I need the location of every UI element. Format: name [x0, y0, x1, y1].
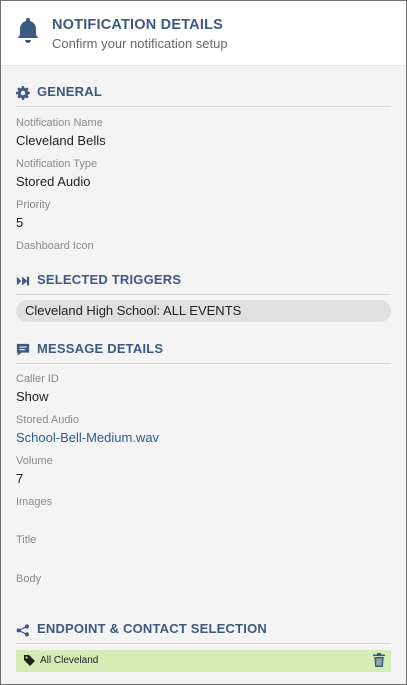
trash-icon[interactable]: [373, 653, 385, 667]
dashboard-icon-label: Dashboard Icon: [16, 240, 94, 252]
gear-icon: [16, 86, 30, 100]
priority-value: 5: [16, 215, 24, 230]
notification-name-value: Cleveland Bells: [16, 133, 106, 148]
title-label: Title: [16, 534, 37, 546]
bell-icon: [17, 18, 39, 43]
page-subtitle: Confirm your notification setup: [52, 36, 228, 51]
notification-details-panel: NOTIFICATION DETAILS Confirm your notifi…: [0, 0, 407, 685]
section-triggers-header: SELECTED TRIGGERS: [16, 272, 391, 295]
stored-audio-label: Stored Audio: [16, 414, 79, 426]
share-icon: [16, 624, 30, 637]
double-chevron-right-icon: [16, 276, 30, 286]
section-message-title: MESSAGE DETAILS: [37, 341, 164, 356]
notification-type-label: Notification Type: [16, 158, 98, 170]
body-label: Body: [16, 573, 42, 585]
section-endpoints-title: ENDPOINT & CONTACT SELECTION: [37, 621, 267, 636]
tag-icon: [24, 655, 35, 666]
section-general-title: GENERAL: [37, 84, 102, 99]
endpoint-item-label: All Cleveland: [40, 655, 99, 666]
priority-label: Priority: [16, 199, 51, 211]
comment-icon: [16, 343, 30, 356]
notification-name-label: Notification Name: [16, 117, 103, 129]
caller-id-value: Show: [16, 389, 49, 404]
panel-header: NOTIFICATION DETAILS Confirm your notifi…: [1, 1, 406, 66]
section-message-header: MESSAGE DETAILS: [16, 341, 391, 364]
notification-type-value: Stored Audio: [16, 174, 91, 189]
section-general-header: GENERAL: [16, 84, 391, 107]
page-title: NOTIFICATION DETAILS: [52, 17, 224, 33]
caller-id-label: Caller ID: [16, 373, 59, 385]
section-triggers-title: SELECTED TRIGGERS: [37, 272, 182, 287]
volume-value: 7: [16, 471, 24, 486]
stored-audio-link[interactable]: School-Bell-Medium.wav: [16, 430, 159, 445]
trigger-pill[interactable]: Cleveland High School: ALL EVENTS: [16, 300, 391, 322]
images-label: Images: [16, 496, 53, 508]
endpoint-item[interactable]: All Cleveland: [16, 650, 391, 672]
volume-label: Volume: [16, 455, 53, 467]
section-endpoints-header: ENDPOINT & CONTACT SELECTION: [16, 621, 391, 644]
